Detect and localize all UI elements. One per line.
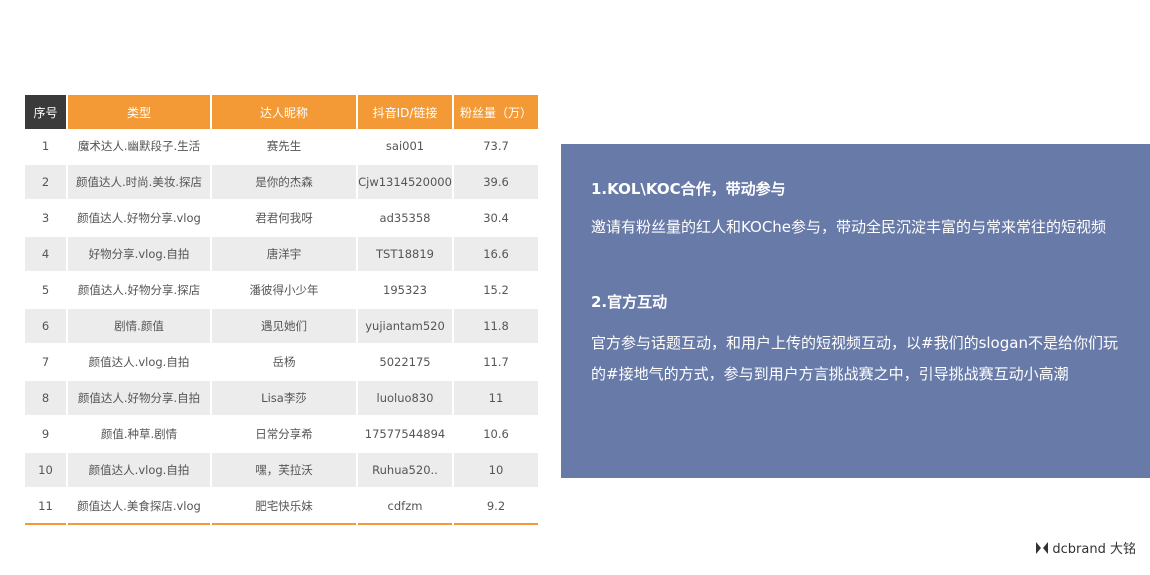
cell-douyin-id: sai001 <box>358 129 452 165</box>
table-row: 6 剧情.颜值 遇见她们 yujiantam520 11.8 <box>25 309 538 345</box>
cell-index: 11 <box>25 489 66 525</box>
cell-index: 6 <box>25 309 66 345</box>
header-nickname: 达人昵称 <box>212 95 356 129</box>
section1-title: 1.KOL\KOC合作，带动参与 <box>591 180 786 198</box>
logo-text: dcbrand 大铭 <box>1052 542 1136 557</box>
cell-followers: 39.6 <box>454 165 538 201</box>
section2: 2.官方互动 官方参与话题互动，和用户上传的短视频互动，以#我们的slogan不… <box>591 291 1120 390</box>
cell-type: 颜值达人.vlog.自拍 <box>68 453 210 489</box>
cell-type: 颜值达人.vlog.自拍 <box>68 345 210 381</box>
cell-index: 5 <box>25 273 66 309</box>
table-row: 7 颜值达人.vlog.自拍 岳杨 5022175 11.7 <box>25 345 538 381</box>
table-row: 4 好物分享.vlog.自拍 唐洋宇 TST18819 16.6 <box>25 237 538 273</box>
cell-type: 好物分享.vlog.自拍 <box>68 237 210 273</box>
cell-nickname: 君君何我呀 <box>212 201 356 237</box>
cell-nickname: 岳杨 <box>212 345 356 381</box>
table-body: 1 魔术达人.幽默段子.生活 赛先生 sai001 73.7 2 颜值达人.时尚.美妆.探店… <box>25 129 538 525</box>
header-douyin-id: 抖音ID/链接 <box>358 95 452 129</box>
table-row: 5 颜值达人.好物分享.探店 潘彼得小少年 195323 15.2 <box>25 273 538 309</box>
section2-text: 官方参与话题互动，和用户上传的短视频互动，以#我们的slogan不是给你们玩的#… <box>591 334 1118 383</box>
table-row: 1 魔术达人.幽默段子.生活 赛先生 sai001 73.7 <box>25 129 538 165</box>
cell-followers: 15.2 <box>454 273 538 309</box>
cell-type: 颜值达人.好物分享.自拍 <box>68 381 210 417</box>
cell-nickname: Lisa李莎 <box>212 381 356 417</box>
cell-followers: 30.4 <box>454 201 538 237</box>
cell-douyin-id: ad35358 <box>358 201 452 237</box>
header-followers: 粉丝量（万） <box>454 95 538 129</box>
table-header-row: 序号 类型 达人昵称 抖音ID/链接 粉丝量（万） <box>25 95 538 129</box>
table-row: 11 颜值达人.美食探店.vlog 肥宅快乐妹 cdfzm 9.2 <box>25 489 538 525</box>
cell-nickname: 赛先生 <box>212 129 356 165</box>
cell-nickname: 潘彼得小少年 <box>212 273 356 309</box>
cell-type: 颜值达人.好物分享.vlog <box>68 201 210 237</box>
table-row: 10 颜值达人.vlog.自拍 嘿，芙拉沃 Ruhua520.. 10 <box>25 453 538 489</box>
header-index: 序号 <box>25 95 66 129</box>
cell-nickname: 日常分享希 <box>212 417 356 453</box>
cell-followers: 11.7 <box>454 345 538 381</box>
header-type: 类型 <box>68 95 210 129</box>
table-row: 3 颜值达人.好物分享.vlog 君君何我呀 ad35358 30.4 <box>25 201 538 237</box>
cell-douyin-id: yujiantam520 <box>358 309 452 345</box>
cell-followers: 9.2 <box>454 489 538 525</box>
cell-type: 颜值达人.好物分享.探店 <box>68 273 210 309</box>
cell-type: 颜值达人.时尚.美妆.探店 <box>68 165 210 201</box>
cell-douyin-id: luoluo830 <box>358 381 452 417</box>
cell-douyin-id: Ruhua520.. <box>358 453 452 489</box>
cell-nickname: 肥宅快乐妹 <box>212 489 356 525</box>
cell-nickname: 遇见她们 <box>212 309 356 345</box>
cell-index: 2 <box>25 165 66 201</box>
cell-douyin-id: 17577544894 <box>358 417 452 453</box>
section1-text: 邀请有粉丝量的红人和KOChe参与，带动全民沉淀丰富的与常来常往的短视频 <box>591 218 1107 236</box>
cell-index: 4 <box>25 237 66 273</box>
cell-douyin-id: cdfzm <box>358 489 452 525</box>
cell-nickname: 唐洋宇 <box>212 237 356 273</box>
cell-type: 颜值达人.美食探店.vlog <box>68 489 210 525</box>
cell-douyin-id: 5022175 <box>358 345 452 381</box>
table-row: 9 颜值.种草.剧情 日常分享希 17577544894 10.6 <box>25 417 538 453</box>
cell-type: 剧情.颜值 <box>68 309 210 345</box>
table-row: 8 颜值达人.好物分享.自拍 Lisa李莎 luoluo830 11 <box>25 381 538 417</box>
section2-title: 2.官方互动 <box>591 293 668 311</box>
cell-index: 1 <box>25 129 66 165</box>
info-box: 1.KOL\KOC合作，带动参与 邀请有粉丝量的红人和KOChe参与，带动全民沉… <box>561 144 1150 478</box>
cell-followers: 10 <box>454 453 538 489</box>
cell-douyin-id: TST18819 <box>358 237 452 273</box>
cell-type: 魔术达人.幽默段子.生活 <box>68 129 210 165</box>
cell-douyin-id: Cjw1314520000 <box>358 165 452 201</box>
cell-followers: 16.6 <box>454 237 538 273</box>
cell-followers: 73.7 <box>454 129 538 165</box>
cell-nickname: 是你的杰森 <box>212 165 356 201</box>
cell-index: 9 <box>25 417 66 453</box>
cell-index: 3 <box>25 201 66 237</box>
cell-type: 颜值.种草.剧情 <box>68 417 210 453</box>
cell-index: 8 <box>25 381 66 417</box>
cell-index: 10 <box>25 453 66 489</box>
cell-followers: 11.8 <box>454 309 538 345</box>
brand-logo: dcbrand 大铭 <box>1035 538 1136 557</box>
cell-index: 7 <box>25 345 66 381</box>
kol-table: 序号 类型 达人昵称 抖音ID/链接 粉丝量（万） 1 魔术达人.幽默段子.生活赛… <box>23 95 540 525</box>
table-row: 2 颜值达人.时尚.美妆.探店 是你的杰森 Cjw1314520000 39.6 <box>25 165 538 201</box>
cell-douyin-id: 195323 <box>358 273 452 309</box>
cell-followers: 10.6 <box>454 417 538 453</box>
dcbrand-logo-icon <box>1036 541 1049 554</box>
cell-followers: 11 <box>454 381 538 417</box>
cell-nickname: 嘿，芙拉沃 <box>212 453 356 489</box>
